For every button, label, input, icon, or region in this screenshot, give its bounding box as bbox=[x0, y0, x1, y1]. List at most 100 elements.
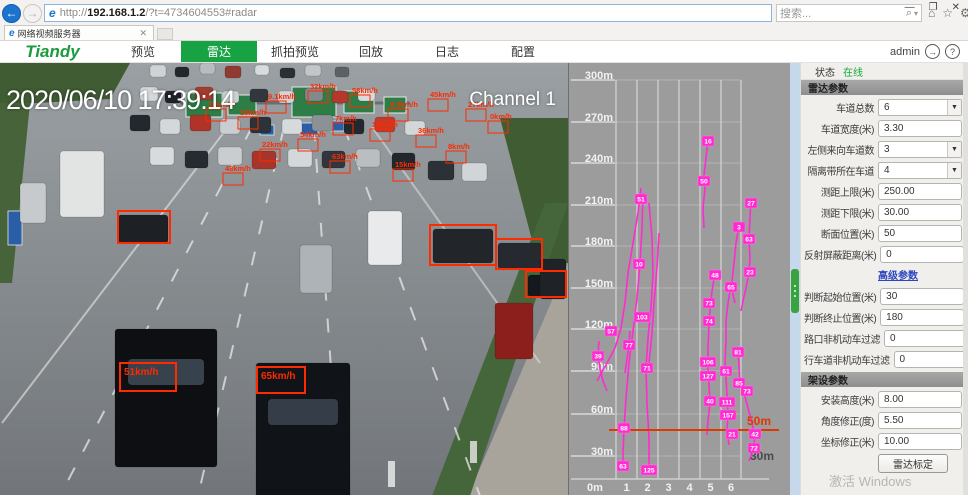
user-name: admin bbox=[890, 46, 920, 58]
param-label: 车道宽度(米) bbox=[804, 121, 878, 136]
windows-watermark: 激活 Windows bbox=[829, 471, 911, 490]
logout-icon[interactable]: → bbox=[925, 44, 940, 59]
panel-collapse-handle[interactable] bbox=[791, 269, 799, 313]
new-tab-button[interactable] bbox=[157, 28, 173, 40]
param-input[interactable]: 0 bbox=[884, 330, 968, 347]
chevron-down-icon[interactable]: ▼ bbox=[947, 163, 961, 178]
target-id: 27 bbox=[747, 201, 755, 208]
search-placeholder: 搜索... bbox=[780, 5, 906, 21]
url-host: 192.168.1.2 bbox=[87, 7, 145, 19]
vehicle bbox=[498, 243, 542, 269]
target-id: 39 bbox=[594, 354, 602, 361]
advanced-params-link[interactable]: 高级参数 bbox=[878, 271, 918, 282]
tab-close-icon[interactable]: ✕ bbox=[137, 28, 149, 39]
param-row: 断面位置(米)50 bbox=[804, 225, 962, 242]
param-row: 行车道非机动车过滤0 bbox=[804, 351, 962, 368]
target-id: 16 bbox=[704, 139, 712, 146]
param-control: 50 bbox=[878, 225, 962, 242]
param-select[interactable]: 4▼ bbox=[878, 162, 962, 179]
url-path: /?t=4734604553#radar bbox=[145, 7, 257, 19]
vehicle bbox=[280, 68, 295, 78]
param-control: 8.00 bbox=[878, 391, 962, 408]
vehicle bbox=[305, 65, 321, 76]
vehicle bbox=[540, 259, 566, 299]
param-input[interactable]: 180 bbox=[880, 309, 964, 326]
target-id: 50 bbox=[700, 179, 708, 186]
vehicle bbox=[20, 183, 46, 223]
chevron-down-icon[interactable]: ▼ bbox=[947, 142, 961, 157]
param-row: 左侧来向车道数3▼ bbox=[804, 141, 962, 158]
param-label: 车道总数 bbox=[804, 100, 878, 115]
param-input[interactable]: 30 bbox=[880, 288, 964, 305]
panel-scrollbar[interactable] bbox=[963, 63, 968, 495]
help-icon[interactable]: ? bbox=[945, 44, 960, 59]
vehicle bbox=[190, 115, 211, 131]
lane-number: 6 bbox=[728, 482, 734, 494]
speed-label: 48km/h bbox=[225, 164, 251, 173]
param-input[interactable]: 8.00 bbox=[878, 391, 962, 408]
lane-number: 4 bbox=[686, 482, 693, 494]
nav-item-2[interactable]: 抓拍预览 bbox=[257, 41, 333, 62]
param-input[interactable]: 0 bbox=[880, 246, 964, 263]
param-input[interactable]: 3.30 bbox=[878, 120, 962, 137]
param-control: 3.30 bbox=[878, 120, 962, 137]
main-nav: 预览雷达抓拍预览回放日志配置 bbox=[105, 41, 561, 62]
vehicle bbox=[288, 149, 312, 167]
speed-label: 12km/h bbox=[372, 120, 398, 129]
param-input[interactable]: 5.50 bbox=[878, 412, 962, 429]
cutline-label: 50m bbox=[747, 414, 771, 428]
vehicle bbox=[335, 67, 349, 77]
vehicle bbox=[150, 65, 166, 77]
nav-item-4[interactable]: 日志 bbox=[409, 41, 485, 62]
param-input[interactable]: 10.00 bbox=[878, 433, 962, 450]
param-control: 5.50 bbox=[878, 412, 962, 429]
vehicle bbox=[300, 245, 332, 293]
target-id: 51 bbox=[637, 197, 645, 204]
app-header: Tiandy 预览雷达抓拍预览回放日志配置 admin → ? bbox=[0, 41, 968, 63]
param-select[interactable]: 6▼ bbox=[878, 99, 962, 116]
target-id: 40 bbox=[706, 399, 714, 406]
radar-plot[interactable]: 300m270m240m210m180m150m120m90m60m30m0m1… bbox=[568, 63, 790, 495]
vehicle bbox=[433, 229, 493, 263]
param-row: 判断终止位置(米)180 bbox=[804, 309, 962, 326]
window-maximize-button[interactable]: ❐ bbox=[929, 2, 938, 13]
status-value: 在线 bbox=[843, 64, 863, 79]
window-minimize-button[interactable]: — bbox=[905, 2, 915, 13]
param-control: 180 bbox=[880, 309, 964, 326]
param-control: 30.00 bbox=[878, 204, 962, 221]
param-control: 6▼ bbox=[878, 99, 962, 116]
tiandy-logo: Tiandy bbox=[0, 42, 105, 62]
param-input[interactable]: 250.00 bbox=[878, 183, 962, 200]
speed-label: 9.3km/h bbox=[390, 100, 418, 109]
browser-tab[interactable]: e 网络视频服务器 ✕ bbox=[4, 25, 154, 40]
speed-label: 45km/h bbox=[430, 90, 456, 99]
windshield bbox=[268, 399, 338, 425]
param-select[interactable]: 3▼ bbox=[878, 141, 962, 158]
browser-forward-button[interactable]: → bbox=[23, 4, 42, 23]
target-id: 81 bbox=[734, 350, 742, 357]
lane-number: 3 bbox=[665, 482, 671, 494]
param-row: 安装高度(米)8.00 bbox=[804, 391, 962, 408]
vehicle bbox=[115, 329, 217, 467]
speed-label: 8km/h bbox=[448, 142, 470, 151]
nav-item-1[interactable]: 雷达 bbox=[181, 41, 257, 62]
param-control: 0 bbox=[884, 330, 968, 347]
chevron-down-icon[interactable]: ▼ bbox=[947, 100, 961, 115]
target-id: 157 bbox=[722, 413, 734, 420]
param-control: 30 bbox=[880, 288, 964, 305]
window-close-button[interactable]: ✕ bbox=[952, 2, 960, 13]
address-bar[interactable]: e http://192.168.1.2/?t=4734604553#radar bbox=[44, 4, 772, 22]
nav-item-3[interactable]: 回放 bbox=[333, 41, 409, 62]
video-preview[interactable]: 58km/h32km/h9.3km/h45km/h27km/h9.1km/h13… bbox=[0, 63, 568, 495]
nav-item-5[interactable]: 配置 bbox=[485, 41, 561, 62]
param-input[interactable]: 50 bbox=[878, 225, 962, 242]
nav-item-0[interactable]: 预览 bbox=[105, 41, 181, 62]
param-control: 雷达标定 bbox=[878, 454, 962, 471]
param-input[interactable]: 30.00 bbox=[878, 204, 962, 221]
radar-chart: 300m270m240m210m180m150m120m90m60m30m0m1… bbox=[569, 63, 791, 495]
param-row: 高级参数 bbox=[804, 267, 962, 284]
channel-label: Channel 1 bbox=[469, 89, 556, 111]
param-input[interactable]: 0 bbox=[894, 351, 968, 368]
vehicle bbox=[218, 147, 242, 165]
browser-back-button[interactable]: ← bbox=[2, 4, 21, 23]
